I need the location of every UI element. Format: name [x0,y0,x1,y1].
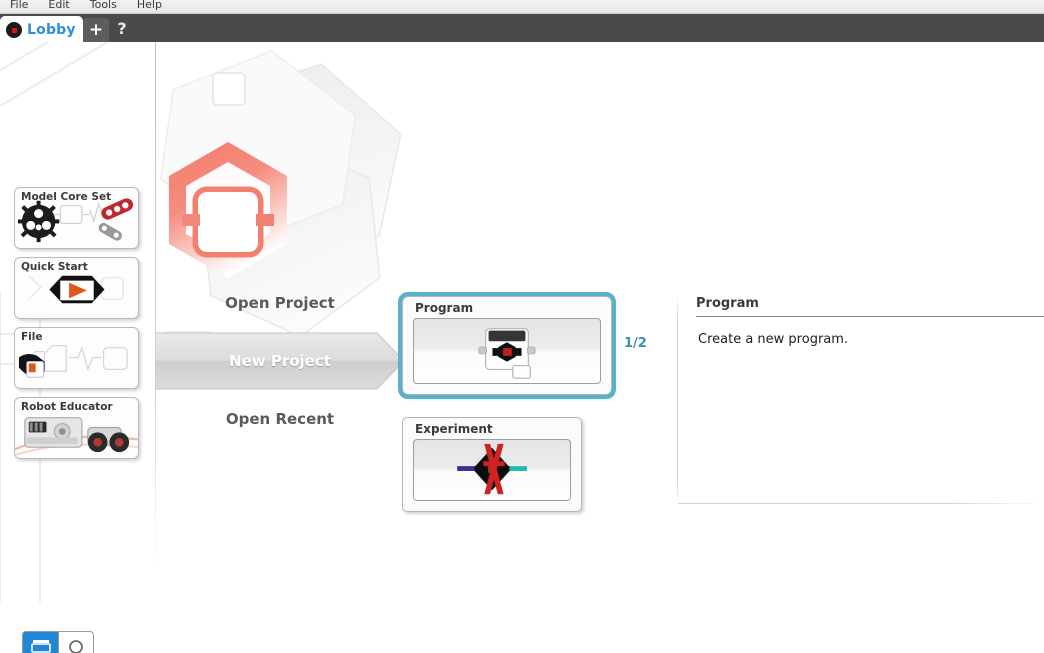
nav-open-project[interactable]: Open Project [155,274,405,332]
nav-open-recent[interactable]: Open Recent [155,390,405,448]
bottom-toolbar [22,631,94,653]
list-view-button[interactable] [22,631,58,653]
sidebar-item-file[interactable]: File [14,327,139,389]
pagination-indicator: 1/2 [624,336,647,351]
ev3-brick-icon [6,22,22,38]
menu-item-tools[interactable]: Tools [80,0,127,11]
ev3-brick-thumb [478,328,536,379]
sidebar-item-quick-start[interactable]: Quick Start [14,257,139,319]
detail-panel-description: Create a new program. [698,332,849,347]
detail-panel-title: Program [696,296,759,311]
new-tab-button[interactable]: + [83,18,109,42]
lobby-canvas: Model Core Set Quick Start File Robot Ed… [0,42,1044,653]
project-navigation: Open Project New Project Open Recent [155,274,405,448]
card-title: Program [415,301,474,315]
nav-label: Open Project [225,294,335,312]
sidebar-item-label: Robot Educator [21,401,113,413]
experiment-cross-thumb [457,443,527,495]
nav-label: Open Recent [225,410,335,428]
card-thumbnail [413,439,571,501]
search-button[interactable] [58,631,94,653]
list-icon [30,640,51,653]
project-type-card-experiment[interactable]: Experiment [402,417,582,512]
tab-lobby[interactable]: Lobby [0,16,83,44]
card-title: Experiment [415,422,493,436]
panel-divider [677,296,678,504]
sidebar: Model Core Set Quick Start File Robot Ed… [14,187,146,467]
sidebar-item-label: Model Core Set [21,191,112,203]
nav-label: New Project [229,352,331,370]
tab-lobby-label: Lobby [27,22,76,38]
menu-item-help[interactable]: Help [127,0,172,11]
panel-bottom-divider [678,503,1044,504]
sidebar-item-robot-educator[interactable]: Robot Educator [14,397,139,459]
menu-item-file[interactable]: File [0,0,38,11]
nav-new-project[interactable]: New Project [155,332,405,390]
magnifier-icon [69,640,83,653]
project-type-card-program[interactable]: Program [398,292,616,399]
project-type-list: Program 1/2 Experiment [398,292,647,512]
sidebar-item-label: File [21,331,43,343]
help-icon[interactable]: ? [111,14,133,42]
card-thumbnail [413,318,601,384]
tab-bar: Lobby + ? [0,14,1044,44]
sidebar-item-label: Quick Start [21,261,88,273]
ev3-lobby-window: File Edit Tools Help Lobby + ? Model Cor… [0,0,1044,653]
detail-panel: Program Create a new program. [677,296,1044,504]
menu-item-edit[interactable]: Edit [38,0,79,11]
sidebar-item-model-core-set[interactable]: Model Core Set [14,187,139,249]
menu-bar: File Edit Tools Help [0,0,1044,14]
